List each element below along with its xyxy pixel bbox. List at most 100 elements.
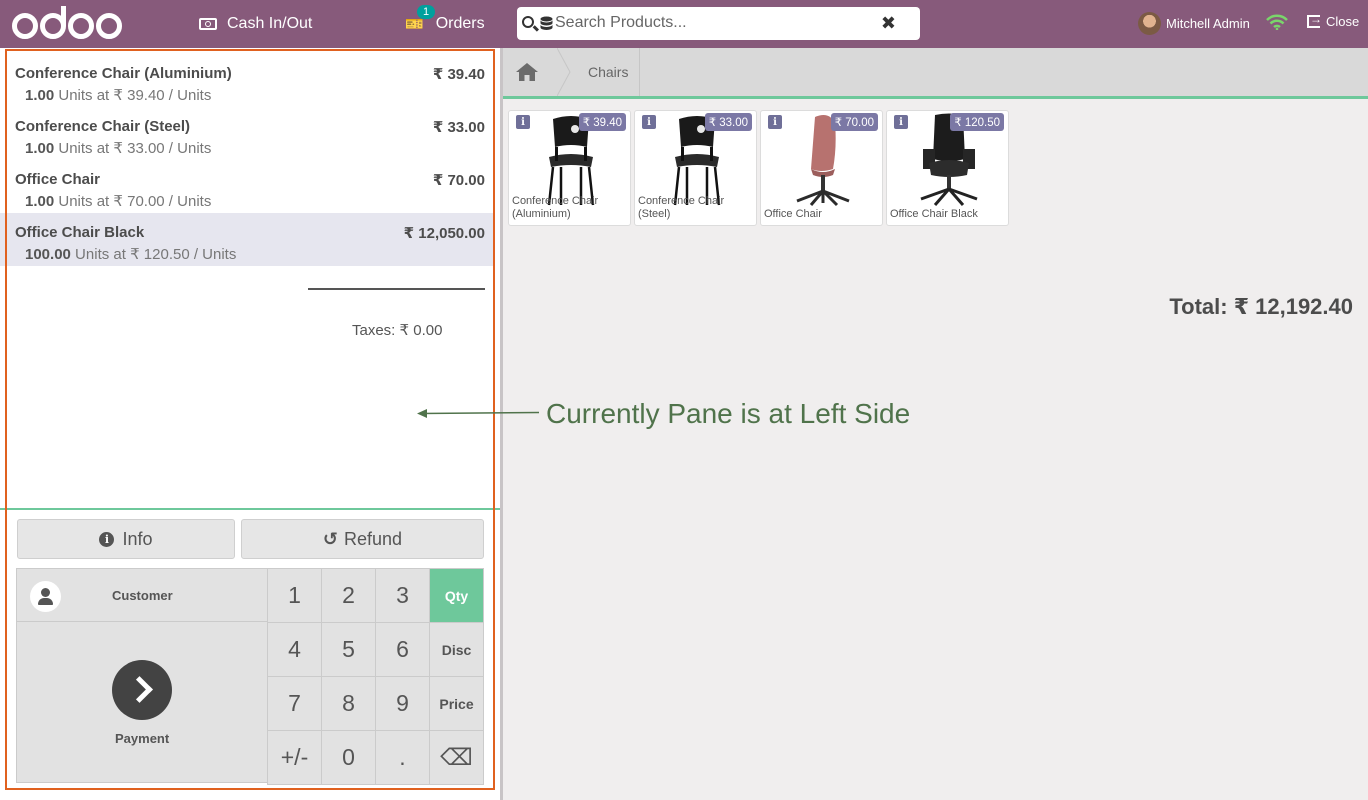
product-card[interactable]: i ₹ 39.40 Conference Chair (Aluminium)	[508, 110, 631, 226]
info-button[interactable]: i Info	[17, 519, 235, 559]
clear-search-icon[interactable]: ✖	[881, 13, 896, 34]
undo-icon: ↺	[322, 528, 339, 549]
numpad-key-6[interactable]: 6	[375, 622, 430, 677]
order-line-qty: 1.00	[25, 193, 55, 210]
backspace-icon[interactable]: ⌫	[429, 730, 484, 785]
breadcrumb-separator	[557, 48, 571, 96]
breadcrumb	[503, 48, 1368, 96]
order-line[interactable]: Office Chair ₹ 70.00 1.00 Units at ₹ 70.…	[0, 160, 495, 213]
order-line[interactable]: Conference Chair (Steel) ₹ 33.00 1.00 Un…	[0, 107, 495, 160]
order-line-info: 1.00 Units at ₹ 39.40 / Units	[25, 86, 211, 104]
order-line-name: Conference Chair (Aluminium)	[15, 65, 232, 82]
numpad-key-1[interactable]: 1	[267, 568, 322, 623]
product-name: Office Chair	[764, 208, 822, 220]
order-total: Total: ₹ 12,192.40	[1169, 294, 1353, 319]
orders-label: Orders	[435, 15, 485, 32]
close-label: Close	[1326, 14, 1360, 29]
search-input[interactable]	[555, 11, 875, 35]
qty-mode-button[interactable]: Qty	[429, 568, 484, 623]
top-bar: Cash In/Out 🎫1 Orders ✖ Mitchell Admin C…	[0, 0, 1368, 48]
customer-label: Customer	[112, 588, 173, 603]
order-taxes: Taxes: ₹ 0.00	[352, 322, 443, 339]
numpad-key-2[interactable]: 2	[321, 568, 376, 623]
refund-button[interactable]: ↺ Refund	[241, 519, 484, 559]
annotation-arrow-icon	[417, 409, 540, 418]
database-icon	[540, 16, 553, 30]
payment-button[interactable]: Payment	[16, 621, 268, 783]
order-line-price: ₹ 33.00	[432, 119, 485, 136]
cash-in-out-button[interactable]: Cash In/Out	[199, 0, 312, 48]
product-info-icon[interactable]: i	[642, 115, 656, 129]
info-icon: i	[99, 531, 115, 547]
search-icon	[522, 16, 534, 28]
product-card[interactable]: i ₹ 33.00 Conference Chair (Steel)	[634, 110, 757, 226]
order-line[interactable]: Conference Chair (Aluminium) ₹ 39.40 1.0…	[0, 54, 495, 107]
order-line-qty: 1.00	[25, 140, 55, 157]
orders-count-badge: 1	[417, 5, 436, 19]
close-session-button[interactable]: Close	[1307, 12, 1360, 29]
customer-button[interactable]: Customer	[16, 568, 268, 622]
product-info-icon[interactable]: i	[894, 115, 908, 129]
numpad-key-3[interactable]: 3	[375, 568, 430, 623]
order-line-info: 1.00 Units at ₹ 70.00 / Units	[25, 192, 211, 210]
user-menu[interactable]: Mitchell Admin	[1138, 12, 1250, 35]
order-line-price: ₹ 12,050.00	[403, 225, 485, 242]
user-icon	[30, 581, 61, 612]
cash-in-out-label: Cash In/Out	[227, 15, 313, 32]
annotation-text: Currently Pane is at Left Side	[546, 398, 911, 429]
numpad-key-0[interactable]: 0	[321, 730, 376, 785]
order-line-name: Office Chair	[15, 171, 101, 188]
order-line-unit-info: Units at ₹ 120.50 / Units	[70, 246, 237, 263]
user-name: Mitchell Admin	[1166, 16, 1250, 31]
numpad-key-plus-minus[interactable]: +/-	[267, 730, 322, 785]
product-card[interactable]: i ₹ 70.00 Office Chair	[760, 110, 883, 226]
payment-label: Payment	[115, 731, 170, 746]
breadcrumb-category[interactable]: Chairs	[588, 64, 628, 80]
pane-divider	[500, 48, 503, 800]
order-line-qty: 1.00	[25, 87, 55, 104]
sign-out-icon	[1307, 12, 1322, 28]
numpad-key-4[interactable]: 4	[267, 622, 322, 677]
price-mode-button[interactable]: Price	[429, 676, 484, 731]
order-line-price: ₹ 70.00	[432, 172, 485, 189]
orders-button[interactable]: 🎫 1 Orders	[405, 0, 485, 48]
product-price-tag: ₹ 33.00	[704, 113, 752, 131]
money-icon	[199, 18, 217, 30]
product-name: Conference Chair (Aluminium)	[512, 195, 599, 220]
order-line-selected[interactable]: Office Chair Black ₹ 12,050.00 100.00 Un…	[0, 213, 495, 266]
numpad-key-8[interactable]: 8	[321, 676, 376, 731]
product-card[interactable]: i ₹ 120.50 Office Chair Black	[886, 110, 1009, 226]
order-line-name: Conference Chair (Steel)	[15, 118, 191, 135]
info-label: Info	[122, 528, 153, 549]
avatar	[1138, 12, 1161, 35]
product-search-box: ✖	[517, 7, 920, 40]
product-name: Conference Chair (Steel)	[638, 195, 725, 220]
order-line-price: ₹ 39.40	[432, 66, 485, 83]
disc-mode-button[interactable]: Disc	[429, 622, 484, 677]
totals-divider	[308, 288, 485, 290]
product-price-tag: ₹ 120.50	[950, 113, 1004, 131]
product-info-icon[interactable]: i	[516, 115, 530, 129]
control-divider	[0, 508, 500, 510]
ticket-icon: 🎫 1	[405, 5, 436, 33]
product-price-tag: ₹ 70.00	[830, 113, 878, 131]
numpad-key-decimal[interactable]: .	[375, 730, 430, 785]
product-price-tag: ₹ 39.40	[578, 113, 626, 131]
order-line-unit-info: Units at ₹ 33.00 / Units	[54, 140, 212, 157]
order-line-unit-info: Units at ₹ 39.40 / Units	[54, 87, 212, 104]
chevron-right-icon	[112, 660, 172, 720]
breadcrumb-divider	[503, 96, 1368, 99]
numpad-key-5[interactable]: 5	[321, 622, 376, 677]
refund-label: Refund	[344, 528, 403, 549]
product-name: Office Chair Black	[890, 208, 978, 220]
product-info-icon[interactable]: i	[768, 115, 782, 129]
order-line-name: Office Chair Black	[15, 224, 145, 241]
home-icon[interactable]	[515, 62, 539, 82]
wifi-icon	[1266, 14, 1288, 30]
order-line-info: 100.00 Units at ₹ 120.50 / Units	[25, 245, 236, 263]
order-line-qty: 100.00	[25, 246, 71, 263]
numpad-key-9[interactable]: 9	[375, 676, 430, 731]
breadcrumb-end-separator	[639, 48, 640, 96]
numpad-key-7[interactable]: 7	[267, 676, 322, 731]
order-line-unit-info: Units at ₹ 70.00 / Units	[54, 193, 212, 210]
